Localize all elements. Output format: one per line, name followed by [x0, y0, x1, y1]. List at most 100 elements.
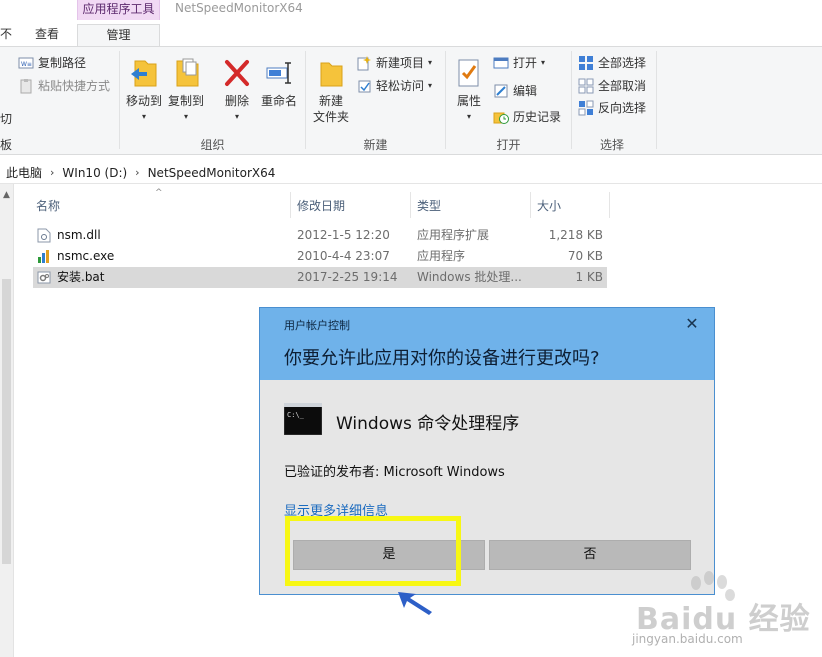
easy-access-dropdown-icon: ▾ — [428, 81, 433, 90]
rename-label: 重命名 — [260, 94, 297, 108]
invert-selection-label: 反向选择 — [598, 101, 647, 115]
delete-button[interactable]: 删除 ▾ — [220, 57, 254, 125]
uac-question: 你要允许此应用对你的设备进行更改吗? — [284, 348, 600, 369]
copy-to-icon — [176, 58, 199, 87]
new-item-icon — [357, 56, 371, 71]
cut-button[interactable]: 切 — [0, 109, 12, 129]
easy-access-icon — [358, 80, 371, 93]
copy-path-icon: W≡ — [18, 57, 34, 69]
scrollbar-thumb[interactable] — [2, 279, 11, 564]
history-button[interactable]: 历史记录 — [493, 107, 561, 127]
ribbon-separator — [119, 51, 120, 149]
new-item-button[interactable]: 新建项目 ▾ — [356, 53, 432, 73]
file-size: 1 KB — [575, 270, 603, 284]
select-all-icon — [579, 56, 593, 70]
close-icon[interactable]: ✕ — [682, 314, 702, 334]
no-button[interactable]: 否 — [489, 540, 691, 570]
select-group-label: 选择 — [599, 138, 624, 152]
properties-label: 属性 — [456, 94, 481, 108]
move-to-button[interactable]: 移动到 ▾ — [124, 57, 164, 125]
watermark-url: jingyan.baidu.com — [632, 632, 743, 646]
delete-icon — [225, 60, 249, 86]
clipboard-label: 板 — [0, 138, 13, 152]
rename-icon — [266, 62, 291, 84]
cut-label: 切 — [0, 112, 13, 126]
properties-icon — [458, 59, 479, 87]
new-folder-button[interactable]: 新建 文件夹 — [311, 57, 351, 125]
select-all-button[interactable]: 全部选择 — [578, 53, 646, 73]
scroll-up-icon[interactable]: ▲ — [3, 190, 10, 200]
column-divider[interactable] — [410, 192, 411, 218]
column-header-modified[interactable]: 修改日期 — [297, 198, 345, 214]
chevron-right-icon[interactable]: › — [50, 166, 54, 179]
svg-text:C:\_: C:\_ — [287, 411, 305, 419]
edit-icon — [494, 84, 508, 98]
file-modified: 2017-2-25 19:14 — [297, 270, 398, 284]
column-header-type[interactable]: 类型 — [417, 198, 441, 214]
column-divider[interactable] — [530, 192, 531, 218]
select-none-label: 全部取消 — [598, 79, 647, 93]
copy-to-label: 复制到 — [167, 94, 204, 108]
rename-button[interactable]: 重命名 — [259, 57, 299, 109]
copy-to-button[interactable]: 复制到 ▾ — [166, 57, 206, 125]
file-type: 应用程序 — [417, 249, 466, 263]
arrow-annotation-icon — [398, 592, 432, 615]
column-divider[interactable] — [609, 192, 610, 218]
dll-file-icon — [37, 228, 51, 243]
column-header-name[interactable]: 名称 — [36, 198, 60, 214]
edit-button[interactable]: 编辑 — [493, 81, 537, 101]
properties-button[interactable]: 属性 ▾ — [451, 57, 487, 125]
select-none-button[interactable]: 全部取消 — [578, 76, 646, 96]
window-title: NetSpeedMonitorX64 — [175, 1, 303, 15]
open-dropdown-icon: ▾ — [541, 58, 546, 67]
move-to-dropdown-icon: ▾ — [141, 112, 146, 121]
table-row[interactable]: nsm.dll 2012-1-5 12:20 应用程序扩展 1,218 KB — [33, 225, 607, 246]
new-item-dropdown-icon: ▾ — [428, 58, 433, 67]
new-folder-label-line2: 文件夹 — [312, 110, 349, 124]
uac-publisher: 已验证的发布者: Microsoft Windows — [284, 465, 505, 480]
uac-title: 用户帐户控制 — [284, 319, 350, 332]
breadcrumb-drive[interactable]: WIn10 (D:) — [62, 166, 127, 180]
tab-manage[interactable]: 管理 — [77, 24, 160, 47]
edit-label: 编辑 — [513, 84, 538, 98]
file-name: 安装.bat — [57, 270, 105, 284]
paste-shortcut-button[interactable]: 粘贴快捷方式 — [18, 76, 110, 96]
new-folder-label-line1: 新建 — [318, 94, 343, 108]
new-group-label: 新建 — [363, 138, 388, 152]
file-size: 1,218 KB — [548, 228, 603, 242]
open-button[interactable]: 打开 ▾ — [493, 53, 545, 73]
copy-path-button[interactable]: W≡ 复制路径 — [18, 53, 86, 73]
organize-group-label: 组织 — [200, 138, 225, 152]
easy-access-button[interactable]: 轻松访问 ▾ — [356, 76, 432, 96]
new-item-label: 新建项目 — [376, 56, 425, 70]
tab-file[interactable]: 不 — [0, 24, 20, 46]
bat-file-icon — [37, 271, 51, 284]
breadcrumb[interactable]: 此电脑 › WIn10 (D:) › NetSpeedMonitorX64 — [0, 162, 822, 184]
easy-access-label: 轻松访问 — [376, 79, 425, 93]
table-row[interactable]: nsmc.exe 2010-4-4 23:07 应用程序 70 KB — [33, 246, 607, 267]
table-row[interactable]: 安装.bat 2017-2-25 19:14 Windows 批处理... 1 … — [33, 267, 607, 288]
invert-selection-icon — [578, 100, 594, 116]
yes-highlight-annotation — [285, 516, 461, 586]
ribbon: 切 板 W≡ 复制路径 粘贴快捷方式 移动到 ▾ 复制到 ▾ 删除 ▾ 重命名 … — [0, 46, 822, 155]
move-to-label: 移动到 — [125, 94, 162, 108]
file-name: nsm.dll — [57, 228, 101, 242]
svg-text:W≡: W≡ — [21, 61, 32, 68]
file-name: nsmc.exe — [57, 249, 115, 263]
copy-path-label: 复制路径 — [38, 56, 87, 70]
file-size: 70 KB — [567, 249, 603, 263]
move-to-icon — [131, 60, 157, 87]
invert-selection-button[interactable]: 反向选择 — [578, 98, 646, 118]
paste-shortcut-label: 粘贴快捷方式 — [38, 79, 111, 93]
column-header-size[interactable]: 大小 — [537, 198, 561, 214]
paste-shortcut-icon — [20, 79, 32, 94]
file-modified: 2010-4-4 23:07 — [297, 249, 390, 263]
tab-view[interactable]: 查看 — [35, 24, 59, 46]
uac-app-name: Windows 命令处理程序 — [336, 414, 520, 434]
select-all-label: 全部选择 — [598, 56, 647, 70]
column-divider[interactable] — [290, 192, 291, 218]
breadcrumb-folder[interactable]: NetSpeedMonitorX64 — [148, 166, 276, 180]
breadcrumb-this-pc[interactable]: 此电脑 — [6, 164, 42, 181]
chevron-right-icon[interactable]: › — [135, 166, 139, 179]
delete-label: 删除 — [224, 94, 249, 108]
